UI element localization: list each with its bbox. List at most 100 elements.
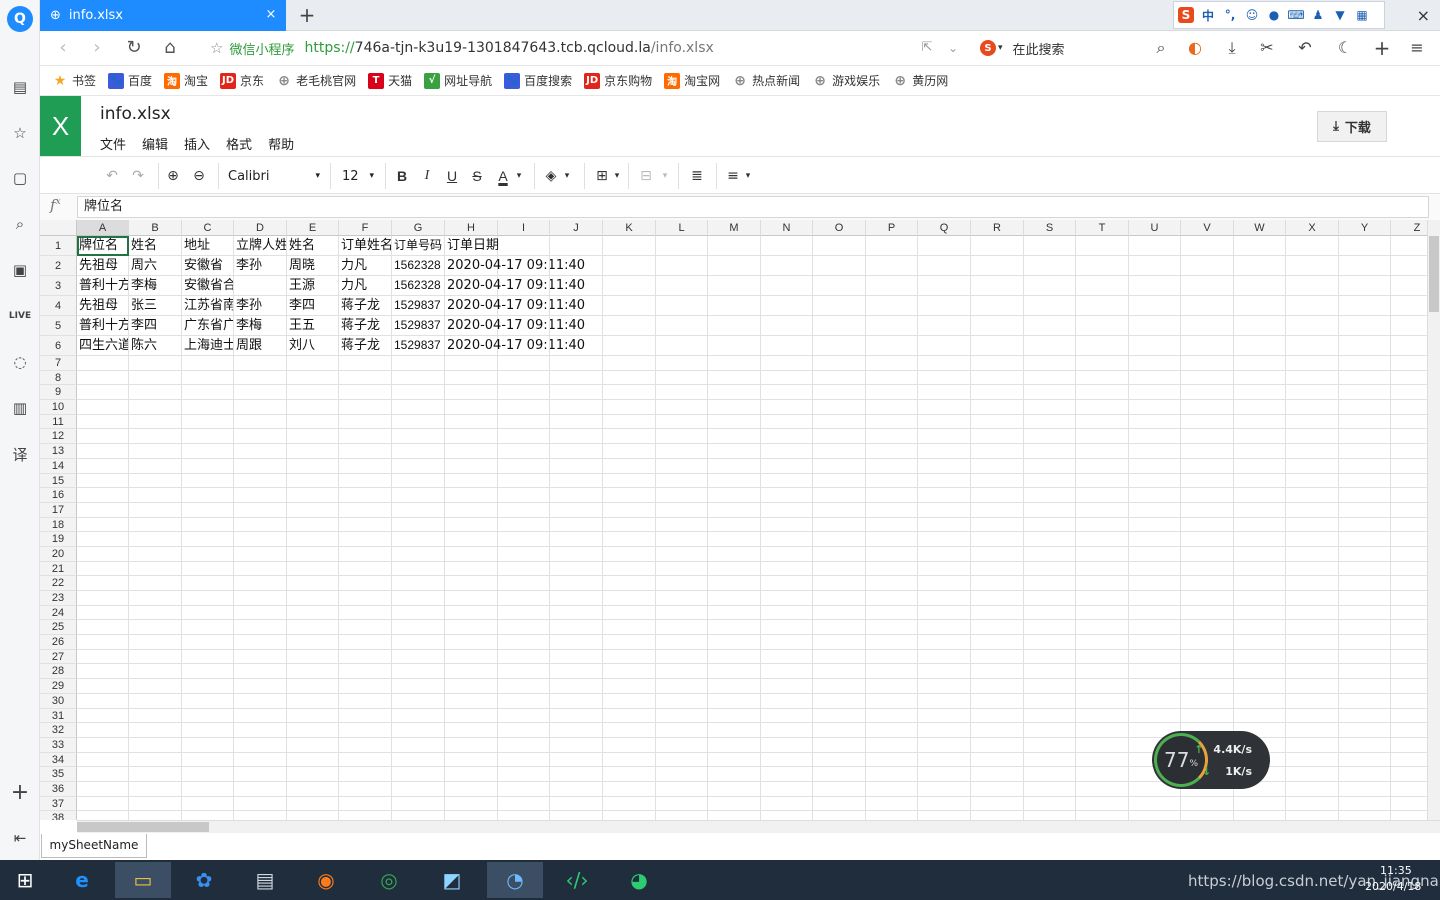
cell[interactable]	[1076, 605, 1129, 621]
cell[interactable]	[129, 811, 182, 820]
column-header[interactable]: R	[971, 220, 1024, 236]
cell[interactable]	[550, 767, 603, 782]
cell[interactable]	[708, 429, 761, 445]
cell[interactable]	[498, 605, 550, 621]
cell[interactable]	[656, 737, 708, 753]
cell[interactable]	[1286, 385, 1339, 401]
cell[interactable]	[1339, 752, 1391, 768]
cell[interactable]	[550, 605, 603, 621]
cell[interactable]	[1286, 473, 1339, 489]
cell[interactable]	[1339, 473, 1391, 489]
cell[interactable]	[761, 444, 813, 459]
cell[interactable]	[445, 635, 498, 650]
cell[interactable]: 1562328	[392, 256, 445, 276]
cell[interactable]	[129, 444, 182, 459]
cell[interactable]	[1339, 385, 1391, 401]
cell[interactable]	[971, 546, 1024, 562]
cell[interactable]	[866, 236, 918, 256]
cell[interactable]	[1024, 561, 1076, 577]
cell[interactable]	[182, 693, 234, 709]
cell[interactable]	[129, 591, 182, 606]
cell[interactable]	[1129, 546, 1181, 562]
cell[interactable]	[918, 605, 971, 621]
cell[interactable]	[1024, 693, 1076, 709]
cell[interactable]	[1129, 488, 1181, 503]
cell[interactable]	[1391, 385, 1427, 401]
cell[interactable]	[1129, 458, 1181, 474]
cell[interactable]	[1076, 276, 1129, 296]
cell[interactable]	[603, 561, 656, 577]
cell[interactable]	[656, 532, 708, 547]
cell[interactable]	[339, 414, 392, 430]
cell[interactable]	[603, 517, 656, 533]
cell[interactable]	[1181, 502, 1234, 518]
cell[interactable]	[813, 620, 866, 636]
cell[interactable]	[1024, 458, 1076, 474]
cell[interactable]	[234, 429, 287, 445]
cell[interactable]	[813, 356, 866, 371]
cell[interactable]	[1234, 414, 1286, 430]
cell[interactable]	[182, 767, 234, 782]
cell[interactable]	[550, 236, 603, 256]
cell[interactable]	[392, 532, 445, 547]
sogou-search-icon[interactable]: S	[980, 40, 996, 56]
tab-active[interactable]: ⊕ info.xlsx ×	[40, 0, 286, 31]
cell[interactable]	[1234, 649, 1286, 665]
cell[interactable]	[656, 591, 708, 606]
cell[interactable]	[129, 605, 182, 621]
cell[interactable]	[1024, 356, 1076, 371]
miniprogram-label[interactable]: 微信小程序	[229, 39, 294, 58]
cell[interactable]	[813, 752, 866, 768]
cell[interactable]	[971, 256, 1024, 276]
cell[interactable]	[656, 502, 708, 518]
cell[interactable]	[234, 517, 287, 533]
search-input[interactable]: S ▾ 在此搜索	[980, 36, 1170, 60]
cell[interactable]	[1391, 444, 1427, 459]
cell[interactable]	[287, 429, 339, 445]
cell[interactable]	[656, 488, 708, 503]
cell[interactable]	[1076, 532, 1129, 547]
cell[interactable]	[971, 811, 1024, 820]
cell[interactable]	[182, 385, 234, 401]
cell[interactable]	[234, 488, 287, 503]
back-icon[interactable]: ‹	[52, 37, 74, 59]
cell[interactable]	[708, 664, 761, 680]
cell[interactable]	[498, 649, 550, 665]
cell[interactable]	[339, 811, 392, 820]
column-header[interactable]: O	[813, 220, 866, 236]
cell[interactable]	[971, 444, 1024, 459]
cell[interactable]	[445, 488, 498, 503]
cell[interactable]	[918, 532, 971, 547]
cell[interactable]: 1562328	[392, 276, 445, 296]
cell[interactable]	[287, 385, 339, 401]
cell[interactable]	[1391, 738, 1427, 753]
cell[interactable]	[392, 664, 445, 680]
cell[interactable]	[182, 473, 234, 489]
cell[interactable]	[129, 370, 182, 386]
cell[interactable]: 李梅	[129, 276, 182, 296]
cell[interactable]	[1286, 296, 1339, 316]
cell[interactable]	[1286, 400, 1339, 415]
cell[interactable]	[603, 752, 656, 768]
window-close-icon[interactable]: ×	[1417, 6, 1430, 25]
cell[interactable]	[339, 444, 392, 459]
cell[interactable]	[656, 561, 708, 577]
zoom-in-icon[interactable]: ⊕	[163, 166, 183, 186]
bookmark-item[interactable]: √ 网址导航	[424, 72, 492, 89]
cell[interactable]	[708, 356, 761, 371]
row-header[interactable]: 22	[40, 576, 77, 591]
cell[interactable]: 张三	[129, 296, 182, 316]
cell[interactable]	[1024, 296, 1076, 316]
cell[interactable]	[339, 752, 392, 768]
cell[interactable]	[708, 811, 761, 820]
cell[interactable]	[1286, 723, 1339, 738]
cell[interactable]: 2020-04-17 09:11:40	[445, 336, 585, 356]
cell[interactable]	[129, 429, 182, 445]
column-header[interactable]: J	[550, 220, 603, 236]
cell[interactable]	[1024, 488, 1076, 503]
cell[interactable]	[656, 444, 708, 459]
cell[interactable]	[287, 370, 339, 386]
cell[interactable]	[813, 502, 866, 518]
cell[interactable]	[1286, 737, 1339, 753]
cell[interactable]	[550, 385, 603, 401]
